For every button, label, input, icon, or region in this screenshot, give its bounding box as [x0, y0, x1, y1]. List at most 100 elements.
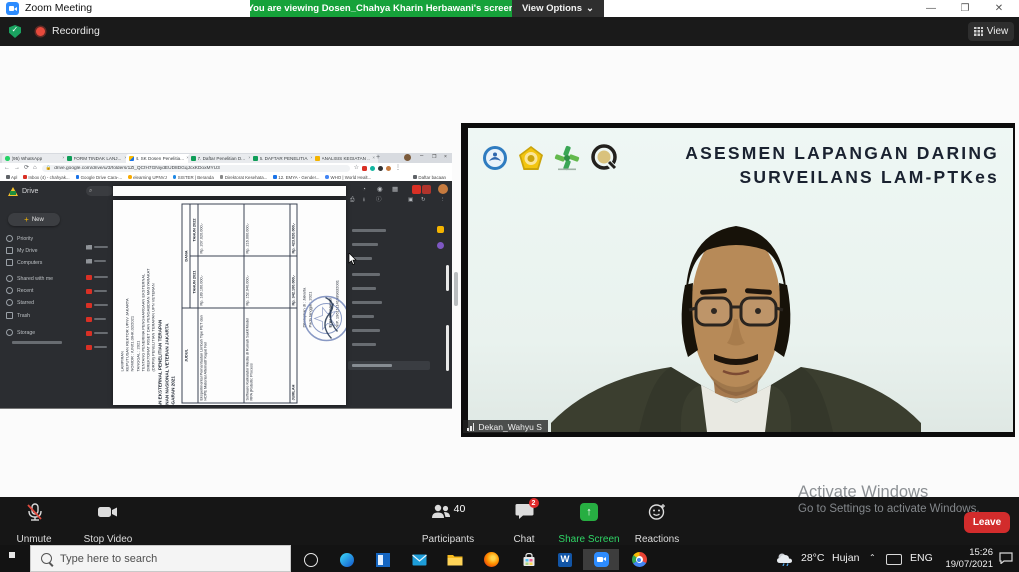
participant-video-tile[interactable]: ASESMEN LAPANGAN DARING SURVEILANS LAM-P… — [461, 123, 1015, 437]
drive-file-row[interactable] — [86, 299, 112, 311]
apps-badge-icon[interactable] — [412, 185, 421, 194]
tray-temperature[interactable]: 28°C — [801, 552, 824, 564]
settings-icon[interactable]: ▦ — [392, 187, 398, 194]
more-options-icon[interactable]: ⋮ — [440, 198, 446, 204]
browser-minimize-icon[interactable]: – — [420, 153, 423, 159]
extension-green-icon[interactable] — [370, 166, 375, 171]
reactions-button[interactable]: Reactions — [628, 500, 686, 549]
sidebar-item-computers[interactable]: Computers — [6, 257, 84, 268]
sidebar-item-shared-with-me[interactable]: Shared with me — [6, 273, 84, 284]
participants-button[interactable]: 40 Participants — [418, 500, 478, 549]
unmute-button[interactable]: Unmute — [10, 500, 58, 549]
tray-language[interactable]: ENG — [910, 552, 933, 564]
bookmark-apps[interactable]: Apl — [6, 175, 17, 180]
scrollbar-thumb[interactable] — [446, 325, 449, 371]
drive-folder-row[interactable] — [86, 255, 112, 267]
store-button[interactable] — [511, 549, 547, 570]
tray-overflow-chevron[interactable]: ⌃ — [869, 554, 876, 562]
chrome-button[interactable] — [621, 549, 657, 570]
site-info-icon[interactable]: 🔒 — [46, 165, 52, 171]
reload-icon[interactable]: ⟳ — [24, 165, 29, 171]
offline-status-icon[interactable]: ◔ — [362, 187, 366, 194]
share-screen-button[interactable]: ↑ Share Screen — [556, 500, 622, 549]
bookmark-inbox[interactable]: Inbox (4) - chahyak... — [23, 175, 69, 180]
url-field[interactable]: 🔒 drive.google.com/drive/u/3/folders/1Zl… — [42, 165, 350, 172]
stop-video-button[interactable]: Stop Video — [80, 500, 136, 549]
scrollbar-thumb[interactable] — [446, 265, 449, 291]
drive-file-row[interactable] — [86, 313, 112, 325]
bookmark-sister[interactable]: SISTER | Beranda — [173, 175, 214, 180]
print-icon[interactable]: ⎙ — [350, 198, 354, 204]
help-icon[interactable]: ◉ — [377, 187, 383, 194]
extension-dark-icon[interactable] — [378, 166, 383, 171]
drive-file-row[interactable] — [86, 271, 112, 283]
leave-button[interactable]: Leave — [964, 512, 1010, 533]
sidebar-item-priority[interactable]: Priority — [6, 233, 84, 244]
browser-close-icon[interactable]: × — [444, 154, 447, 160]
pane-resize-handle[interactable] — [454, 272, 458, 306]
taskbar-search-box[interactable]: Type here to search — [30, 545, 291, 572]
start-button[interactable] — [9, 552, 22, 565]
app-color-icon[interactable] — [437, 242, 444, 249]
drive-file-row[interactable] — [86, 327, 112, 339]
sidebar-item-starred[interactable]: Starred — [6, 297, 84, 308]
sidebar-item-recent[interactable]: Recent — [6, 285, 84, 296]
apps-badge2-icon[interactable] — [422, 185, 431, 194]
view-options-button[interactable]: View Options⌄ — [512, 0, 604, 17]
home-icon[interactable]: ⌂ — [33, 165, 37, 171]
cortana-button[interactable] — [293, 549, 329, 570]
edge-button[interactable] — [329, 549, 365, 570]
browser-tab-daftar-penelitia[interactable]: 6. DAFTAR PENELITIA...× — [250, 154, 316, 163]
drive-file-row[interactable] — [86, 341, 112, 353]
browser-tab-analisis[interactable]: ANALISIS KEGIATAN ...× — [312, 154, 378, 163]
browser-profile-avatar[interactable] — [404, 154, 411, 161]
bookmark-drive[interactable]: Google Drive Cara-... — [76, 175, 122, 180]
zoom-out-icon[interactable]: ▣ — [408, 198, 413, 204]
browser-menu-icon[interactable]: ⋮ — [395, 165, 401, 171]
download-icon[interactable]: ⭳ — [363, 198, 365, 204]
close-button[interactable]: ✕ — [984, 0, 1014, 17]
bookmark-emya[interactable]: 12. EMYA - Gender... — [273, 175, 319, 180]
weather-icon[interactable] — [776, 551, 796, 566]
browser-tab-form-tindak[interactable]: FORM TINDAK LANJ...× — [64, 154, 130, 163]
bookmark-direktorat[interactable]: Direktorat Kesehata... — [220, 175, 267, 180]
drive-new-button[interactable]: + New — [8, 213, 60, 226]
restore-button[interactable]: ❐ — [950, 0, 980, 17]
encryption-shield-icon[interactable] — [9, 25, 21, 38]
sidebar-item-trash[interactable]: Trash — [6, 310, 84, 321]
firefox-button[interactable] — [473, 549, 509, 570]
action-center-icon[interactable] — [999, 552, 1013, 564]
tab-close-icon[interactable]: × — [372, 156, 375, 161]
minimize-button[interactable]: — — [916, 0, 946, 17]
tray-weather-desc[interactable]: Hujan — [832, 552, 859, 564]
sidebar-item-my-drive[interactable]: My Drive — [6, 245, 84, 256]
mail-button[interactable] — [401, 549, 437, 570]
forward-icon[interactable]: → — [14, 165, 20, 171]
word-button[interactable]: W — [547, 549, 583, 570]
drive-folder-row[interactable] — [86, 241, 112, 253]
extension-adobe-icon[interactable] — [362, 166, 367, 171]
drive-file-row[interactable] — [86, 285, 112, 297]
bookmark-elearning[interactable]: elearning UPNVJ — [128, 175, 167, 180]
file-explorer-button[interactable] — [437, 549, 473, 570]
new-tab-button[interactable]: + — [376, 154, 380, 161]
info-icon[interactable]: ⓘ — [376, 198, 382, 204]
browser-tab-sk-dosen-active[interactable]: 4. SK Dosen Penelitia...× — [126, 154, 192, 163]
browser-restore-icon[interactable]: ❐ — [432, 154, 436, 160]
photos-app-button[interactable] — [365, 549, 401, 570]
browser-tab-daftar-penelitian[interactable]: 7. Daftar Penelitian D...× — [188, 154, 254, 163]
sidebar-item-storage[interactable]: Storage — [6, 327, 84, 338]
view-layout-button[interactable]: View — [968, 22, 1014, 41]
bookmark-who[interactable]: WHO | World Healt... — [325, 175, 371, 180]
bookmark-star-icon[interactable]: ☆ — [354, 165, 359, 171]
touch-keyboard-icon[interactable] — [886, 554, 902, 565]
drive-search-field[interactable]: ⌕ — [86, 186, 113, 196]
reading-list-button[interactable]: Daftar bacaan — [413, 175, 446, 180]
zoom-taskbar-button[interactable] — [583, 549, 619, 570]
chat-button[interactable]: 2 Chat — [504, 500, 544, 549]
drive-avatar[interactable] — [438, 184, 448, 194]
profile-avatar-icon[interactable] — [386, 166, 391, 171]
folder-color-icon[interactable] — [437, 226, 444, 233]
browser-tab-whatsapp[interactable]: (95) WhatsApp× — [2, 154, 68, 163]
tray-clock[interactable]: 15:26 19/07/2021 — [938, 547, 993, 571]
